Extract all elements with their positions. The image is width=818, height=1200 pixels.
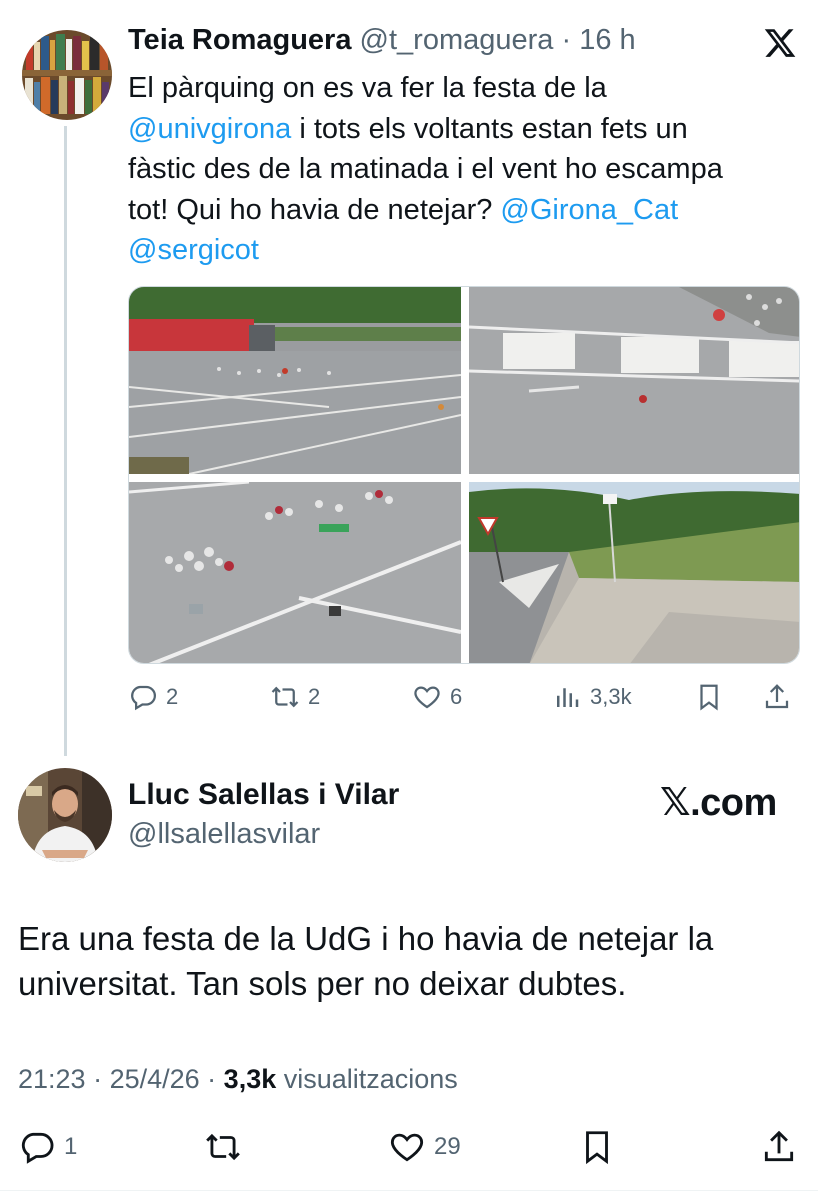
repost-button[interactable] — [204, 1128, 242, 1166]
reply-text-line: universitat. Tan sols per no deixar dubt… — [18, 965, 627, 1002]
bookmark-icon — [700, 684, 718, 711]
reply-count: 1 — [64, 1133, 78, 1160]
tweet-actions: 2 2 6 3,3k — [128, 682, 800, 722]
reply-text: Era una festa de la UdG i ho havia de ne… — [18, 916, 808, 1006]
like-icon — [390, 1133, 424, 1162]
mention-link[interactable]: @Girona_Cat — [500, 194, 678, 226]
tweet-text-segment: fàstic des de la matinada i el vent ho e… — [128, 153, 723, 185]
tweet-text-line: fàstic des de la matinada i el vent ho e… — [128, 149, 788, 190]
like-icon — [414, 686, 440, 709]
views-button[interactable]: 3,3k — [552, 682, 632, 712]
share-icon — [764, 1130, 794, 1162]
like-button[interactable]: 29 — [388, 1128, 461, 1166]
tweet-text-line: tot! Qui ho havia de netejar? @Girona_Ca… — [128, 190, 788, 231]
repost-button[interactable]: 2 — [270, 682, 320, 712]
like-count: 6 — [450, 684, 463, 709]
author-avatar[interactable] — [22, 30, 112, 120]
tweet-text-line: @univgirona i tots els voltants estan fe… — [128, 109, 788, 150]
reply-time[interactable]: 21:23 — [18, 1064, 86, 1094]
author-handle[interactable]: @t_romaguera — [360, 24, 554, 56]
views-label: visualitzacions — [276, 1064, 458, 1094]
reply-author-name[interactable]: Lluc Salellas i Vilar — [128, 778, 399, 812]
divider — [0, 1190, 818, 1191]
views-icon — [557, 688, 579, 707]
reply-views: 3,3k — [223, 1064, 277, 1094]
tweet-text: El pàrquing on es va fer la festa de la @… — [128, 68, 788, 271]
bookmark-icon — [586, 1131, 608, 1165]
share-button[interactable] — [762, 682, 792, 712]
repost-count: 2 — [308, 684, 321, 709]
bookmark-button[interactable] — [694, 682, 724, 712]
reply-count: 2 — [166, 684, 179, 709]
reply-button[interactable]: 1 — [18, 1128, 77, 1166]
author-name[interactable]: Teia Romaguera — [128, 24, 351, 56]
meta-separator: · — [199, 1064, 224, 1094]
tweet-text-segment: i tots els voltants estan fets un — [291, 112, 688, 145]
views-count: 3,3k — [590, 684, 632, 709]
reply-author-avatar[interactable] — [18, 768, 112, 862]
like-count: 29 — [434, 1133, 461, 1160]
meta-separator: · — [561, 24, 572, 56]
media-image-roadside[interactable] — [469, 482, 799, 663]
tweet-text-line: El pàrquing on es va fer la festa de la — [128, 68, 788, 109]
tweet-text-segment: tot! Qui ho havia de netejar? — [128, 193, 501, 226]
tweet-text-segment: El pàrquing on es va fer la festa de la — [128, 72, 607, 104]
x-logo-icon[interactable] — [762, 26, 798, 60]
share-button[interactable] — [760, 1128, 798, 1166]
reply-actions: 1 29 — [18, 1128, 808, 1172]
mention-link[interactable]: @sergicot — [128, 234, 259, 266]
repost-icon — [271, 686, 299, 708]
share-icon — [765, 684, 789, 709]
meta-separator: · — [85, 1064, 110, 1094]
thread-line — [64, 126, 67, 756]
tweet-time[interactable]: 16 h — [579, 24, 635, 56]
reply-text-line: Era una festa de la UdG i ho havia de ne… — [18, 920, 714, 957]
reply-author-handle[interactable]: @llsalellasvilar — [128, 818, 320, 851]
like-button[interactable]: 6 — [412, 682, 462, 712]
tweet-header: Teia Romaguera @t_romaguera · 16 h — [128, 24, 636, 57]
reply-icon — [131, 685, 156, 711]
media-image-crosswalk[interactable] — [469, 287, 799, 474]
repost-icon — [206, 1133, 240, 1161]
mention-link[interactable]: @univgirona — [128, 113, 291, 145]
tweet-media-grid[interactable] — [128, 286, 800, 664]
media-image-cans[interactable] — [129, 482, 461, 663]
tweet-text-line: @sergicot — [128, 230, 788, 271]
media-image-parking-lot[interactable] — [129, 287, 461, 474]
x-com-brand: 𝕏.com — [660, 782, 777, 824]
reply-meta: 21:23 · 25/4/26 · 3,3k visualitzacions — [18, 1064, 458, 1095]
reply-button[interactable]: 2 — [128, 682, 178, 712]
reply-icon — [21, 1132, 54, 1164]
reply-date[interactable]: 25/4/26 — [110, 1064, 200, 1094]
bookmark-button[interactable] — [578, 1128, 616, 1166]
